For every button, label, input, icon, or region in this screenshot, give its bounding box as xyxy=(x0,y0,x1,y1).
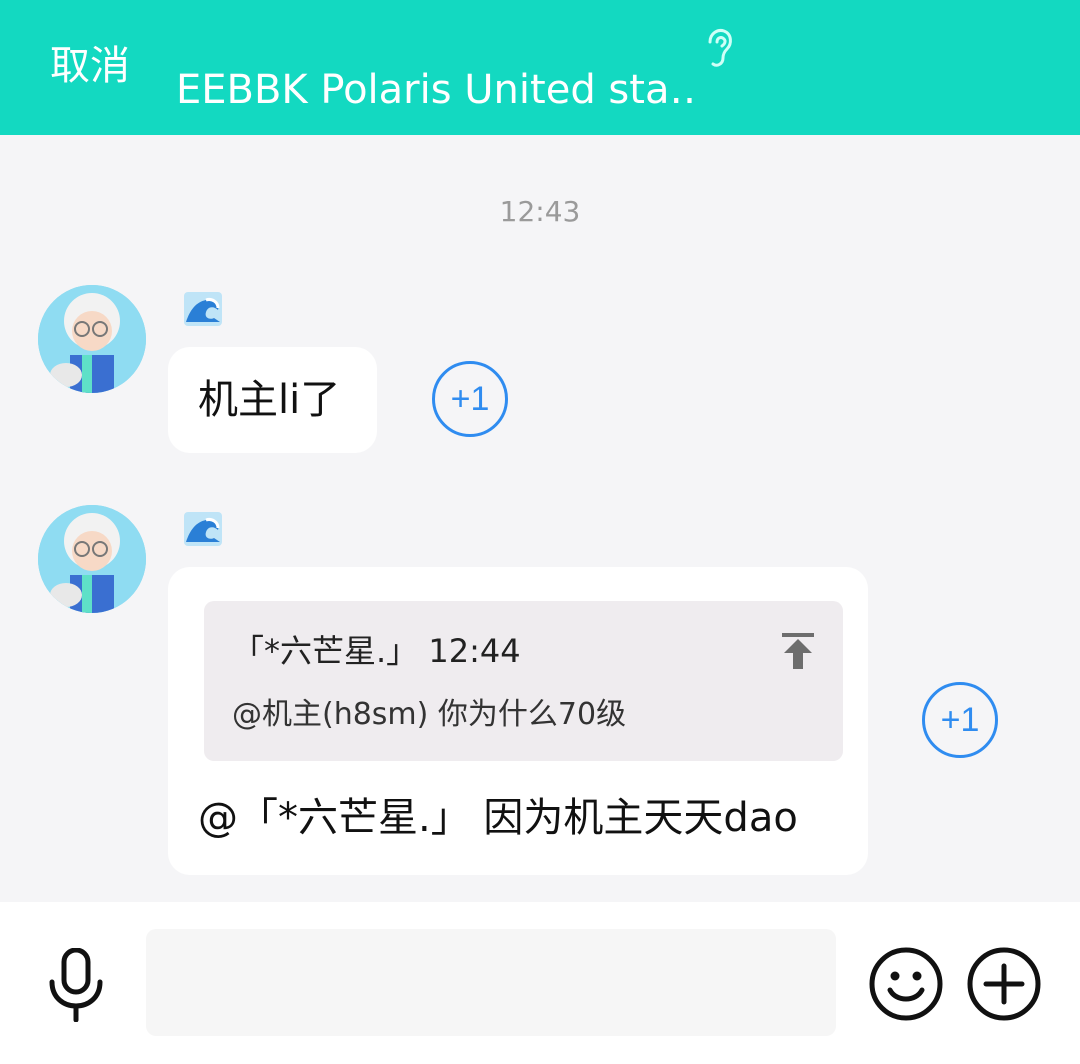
message-text: @「*六芒星.」 因为机主天天dao xyxy=(198,795,798,841)
mic-icon[interactable] xyxy=(44,948,108,1022)
plus-one-button[interactable]: +1 xyxy=(922,682,998,758)
avatar[interactable] xyxy=(38,285,146,393)
avatar[interactable] xyxy=(38,505,146,613)
wave-emoji-icon xyxy=(184,512,222,546)
chat-timestamp: 12:43 xyxy=(499,195,581,228)
wave-emoji-icon xyxy=(184,292,222,326)
ear-icon[interactable] xyxy=(698,26,738,70)
plus-icon[interactable] xyxy=(966,946,1042,1022)
pin-to-top-icon[interactable] xyxy=(780,631,816,671)
cancel-button[interactable]: 取消 xyxy=(50,40,130,92)
emoji-icon[interactable] xyxy=(868,946,944,1022)
message-input[interactable] xyxy=(146,929,836,1036)
quoted-message[interactable]: 「*六芒星.」 12:44 @机主(h8sm) 你为什么70级 xyxy=(204,601,843,761)
chat-title: EEBBK Polaris United sta… xyxy=(176,67,696,113)
plus-one-button[interactable]: +1 xyxy=(432,361,508,437)
quote-header: 「*六芒星.」 12:44 xyxy=(232,632,521,670)
top-bar: 取消 EEBBK Polaris United sta… xyxy=(0,0,1080,135)
message-text: 机主li了 xyxy=(198,377,341,423)
quote-body: @机主(h8sm) 你为什么70级 xyxy=(232,697,627,732)
avatar-image xyxy=(38,285,146,393)
avatar-image xyxy=(38,505,146,613)
message-bubble[interactable]: 机主li了 xyxy=(168,347,377,453)
